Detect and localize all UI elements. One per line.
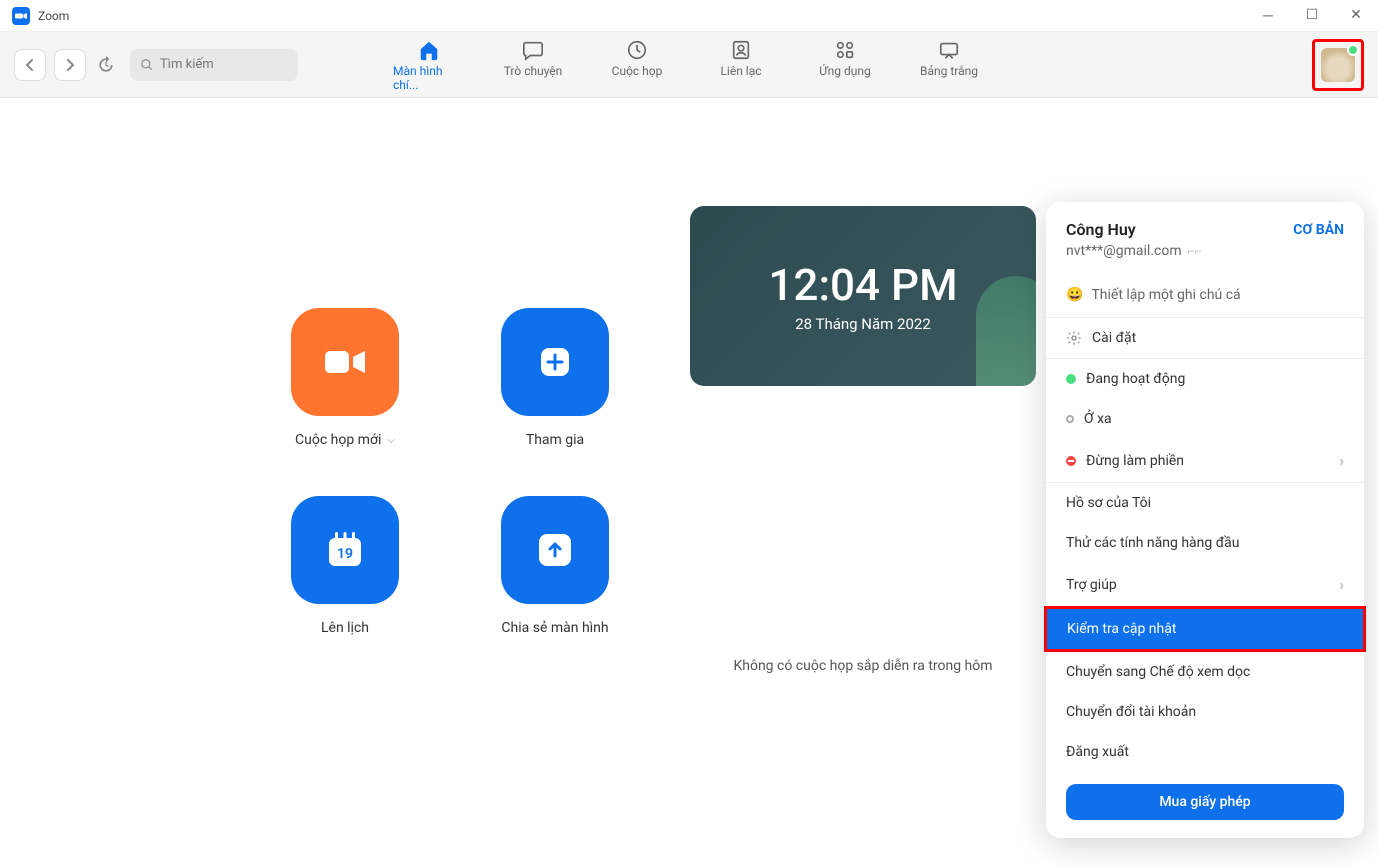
status-dnd-icon <box>1066 456 1076 466</box>
new-meeting-button[interactable] <box>291 308 399 416</box>
nav-back-button[interactable] <box>14 49 46 81</box>
profile-name: Công Huy <box>1066 220 1136 239</box>
menu-my-profile[interactable]: Hồ sơ của Tôi <box>1046 483 1364 523</box>
menu-label: Trợ giúp <box>1066 577 1117 593</box>
menu-label: Kiểm tra cập nhật <box>1067 621 1176 637</box>
tab-label: Cuộc họp <box>612 64 663 78</box>
svg-text:19: 19 <box>337 546 353 562</box>
menu-label: Ở xa <box>1084 411 1112 427</box>
clock-time: 12:04 PM <box>768 259 957 311</box>
profile-plan-badge: CƠ BẢN <box>1293 222 1344 238</box>
main-area: Cuộc họp mới ⌵ Tham gia 19 Lên lịch Chia… <box>0 98 1378 676</box>
zoom-logo-icon <box>12 7 30 25</box>
window-titlebar: Zoom ─ ☐ ✕ <box>0 0 1378 32</box>
search-input[interactable] <box>160 57 288 72</box>
status-away-icon <box>1066 415 1074 423</box>
set-personal-note[interactable]: 😀 Thiết lập một ghi chú cá <box>1046 273 1364 317</box>
clock-icon <box>625 38 649 62</box>
no-upcoming-text: Không có cuộc họp sắp diễn ra trong hôm <box>690 658 1036 674</box>
status-indicator-icon <box>1347 44 1359 56</box>
menu-label: Chuyển sang Chế độ xem dọc <box>1066 664 1250 680</box>
search-icon <box>140 58 154 72</box>
note-label: Thiết lập một ghi chú cá <box>1091 287 1240 303</box>
tab-label: Bảng trắng <box>920 64 978 78</box>
tab-home[interactable]: Màn hình chí... <box>393 38 465 92</box>
status-active-icon <box>1066 374 1076 384</box>
eye-closed-icon[interactable]: ⌐⌐ <box>1188 244 1202 258</box>
menu-label: Cài đặt <box>1092 330 1136 346</box>
whiteboard-icon <box>937 38 961 62</box>
menu-try-features[interactable]: Thử các tính năng hàng đầu <box>1046 523 1364 563</box>
menu-signout[interactable]: Đăng xuất <box>1046 732 1364 772</box>
new-meeting-label: Cuộc họp mới <box>295 432 381 448</box>
share-label: Chia sẻ màn hình <box>501 620 608 636</box>
menu-label: Đừng làm phiền <box>1086 453 1184 469</box>
menu-switch-account[interactable]: Chuyển đổi tài khoản <box>1046 692 1364 732</box>
profile-email: nvt***@gmail.com <box>1066 243 1182 259</box>
contacts-icon <box>729 38 753 62</box>
tab-label: Ứng dụng <box>819 64 870 78</box>
tab-chat[interactable]: Trò chuyện <box>497 38 569 92</box>
tab-meetings[interactable]: Cuộc họp <box>601 38 673 92</box>
chevron-right-icon: › <box>1339 575 1344 594</box>
share-screen-button[interactable] <box>501 496 609 604</box>
tab-label: Liên lạc <box>720 64 761 78</box>
clock-date: 28 Tháng Năm 2022 <box>795 315 931 333</box>
menu-help[interactable]: Trợ giúp › <box>1046 563 1364 606</box>
buy-label: Mua giấy phép <box>1159 794 1250 810</box>
tab-apps[interactable]: Ứng dụng <box>809 38 881 92</box>
menu-check-update[interactable]: Kiểm tra cập nhật <box>1047 609 1363 649</box>
tab-label: Màn hình chí... <box>393 64 465 92</box>
menu-settings[interactable]: Cài đặt <box>1046 318 1364 358</box>
profile-dropdown: Công Huy CƠ BẢN nvt***@gmail.com ⌐⌐ 😀 Th… <box>1046 202 1364 838</box>
menu-status-active[interactable]: Đang hoạt động <box>1046 359 1364 399</box>
menu-status-dnd[interactable]: Đừng làm phiền › <box>1046 439 1364 482</box>
time-card: 12:04 PM 28 Tháng Năm 2022 <box>690 206 1036 386</box>
minimize-button[interactable]: ─ <box>1258 7 1278 24</box>
chevron-down-icon[interactable]: ⌵ <box>387 435 395 446</box>
home-icon <box>417 38 441 62</box>
top-toolbar: Màn hình chí... Trò chuyện Cuộc họp Liên… <box>0 32 1378 98</box>
join-label: Tham gia <box>526 432 584 448</box>
menu-label: Đang hoạt động <box>1086 371 1185 387</box>
schedule-button[interactable]: 19 <box>291 496 399 604</box>
history-button[interactable] <box>90 49 122 81</box>
schedule-label: Lên lịch <box>321 620 369 636</box>
menu-label: Chuyển đổi tài khoản <box>1066 704 1196 720</box>
chevron-right-icon: › <box>1339 451 1344 470</box>
tab-label: Trò chuyện <box>504 64 563 78</box>
tab-contacts[interactable]: Liên lạc <box>705 38 777 92</box>
search-box[interactable] <box>130 49 298 81</box>
menu-label: Thử các tính năng hàng đầu <box>1066 535 1239 551</box>
chat-icon <box>521 38 545 62</box>
menu-status-away[interactable]: Ở xa <box>1046 399 1364 439</box>
menu-switch-portrait[interactable]: Chuyển sang Chế độ xem dọc <box>1046 652 1364 692</box>
buy-license-button[interactable]: Mua giấy phép <box>1066 784 1344 820</box>
profile-avatar-button[interactable] <box>1312 39 1364 91</box>
gear-icon <box>1066 330 1082 346</box>
window-title: Zoom <box>38 9 69 23</box>
nav-forward-button[interactable] <box>54 49 86 81</box>
menu-label: Hồ sơ của Tôi <box>1066 495 1151 511</box>
menu-label: Đăng xuất <box>1066 744 1129 760</box>
apps-icon <box>833 38 857 62</box>
smiley-icon: 😀 <box>1066 287 1083 303</box>
join-button[interactable] <box>501 308 609 416</box>
maximize-button[interactable]: ☐ <box>1302 7 1322 24</box>
tab-whiteboard[interactable]: Bảng trắng <box>913 38 985 92</box>
close-button[interactable]: ✕ <box>1346 7 1366 24</box>
